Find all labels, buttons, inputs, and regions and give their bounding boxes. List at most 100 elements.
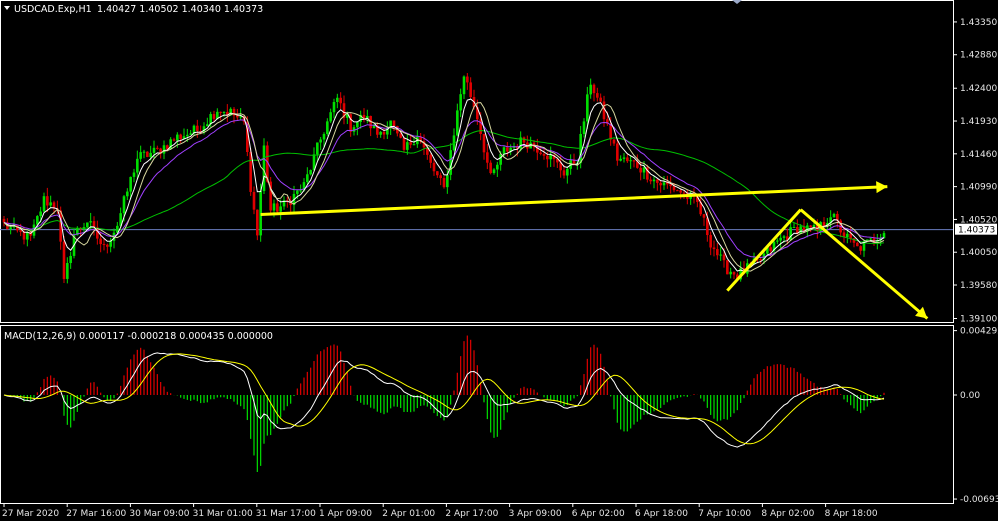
- candle-body: [139, 152, 142, 159]
- price-tick-label: 1.39580: [960, 281, 997, 291]
- candle-body: [629, 160, 632, 162]
- candle-body: [432, 162, 436, 172]
- candle-body: [442, 178, 446, 188]
- candle-body: [179, 134, 182, 140]
- candle-body: [482, 133, 486, 153]
- ohlc-values: 1.40427 1.40502 1.40340 1.40373: [97, 4, 263, 15]
- candle-body: [299, 190, 302, 192]
- candle-body: [729, 271, 732, 275]
- current-price-text: 1.40373: [958, 226, 995, 236]
- candle-body: [436, 171, 439, 176]
- candle-body: [856, 242, 859, 247]
- candle-body: [542, 153, 546, 156]
- price-tick-label: 1.40990: [960, 183, 997, 193]
- candle-body: [136, 158, 139, 173]
- chart-canvas: 1.43350 1.42880 1.42400 1.41930 1.41460 1.409…: [0, 0, 998, 521]
- candle-body: [499, 153, 502, 165]
- candle-body: [66, 263, 69, 279]
- candle-body: [462, 76, 466, 95]
- candle-body: [869, 238, 872, 240]
- candle-body: [326, 121, 329, 134]
- time-tick-label: 7 Apr 10:00: [698, 509, 751, 519]
- candle-body: [592, 84, 596, 94]
- candle-body: [92, 221, 96, 228]
- candle-body: [619, 158, 622, 161]
- candle-body: [539, 152, 542, 154]
- price-tick-label: 1.42400: [960, 84, 997, 94]
- candle-body: [662, 182, 666, 186]
- candle-body: [186, 134, 189, 137]
- candle-body: [322, 133, 326, 140]
- candle-body: [616, 143, 619, 161]
- candle-body: [712, 247, 716, 250]
- candle-body: [46, 196, 49, 206]
- time-tick-label: 3 Apr 09:00: [509, 509, 562, 519]
- candle-body: [206, 124, 209, 127]
- candle-body: [162, 145, 166, 154]
- candle-body: [356, 121, 359, 128]
- candle-body: [586, 94, 589, 122]
- candle-body: [722, 254, 726, 261]
- candle-body: [759, 259, 762, 261]
- candle-body: [256, 209, 259, 236]
- candle-body: [769, 247, 772, 252]
- candle-body: [782, 236, 786, 238]
- candle-body: [339, 97, 342, 104]
- candle-body: [222, 111, 226, 113]
- candle-body: [316, 142, 319, 155]
- candle-body: [702, 214, 706, 218]
- time-tick-label: 2 Apr 17:00: [445, 509, 498, 519]
- time-tick-label: 31 Mar 01:00: [193, 509, 253, 519]
- candle-body: [596, 93, 599, 98]
- candle-body: [382, 131, 386, 135]
- candle-body: [546, 155, 549, 160]
- candle-body: [496, 164, 499, 170]
- time-tick-label: 2 Apr 01:00: [382, 509, 435, 519]
- candle-body: [719, 254, 722, 256]
- candle-body: [459, 94, 462, 111]
- candle-body: [42, 196, 46, 212]
- candle-body: [406, 142, 409, 150]
- candle-body: [716, 249, 719, 256]
- candle-body: [456, 110, 459, 136]
- price-tick-label: 1.42880: [960, 51, 997, 61]
- candle-body: [336, 97, 339, 102]
- candle-body: [309, 170, 312, 175]
- candle-body: [469, 82, 472, 98]
- candle-body: [296, 190, 299, 194]
- candle-body: [99, 238, 102, 245]
- candle-body: [172, 139, 176, 141]
- candle-body: [439, 175, 442, 179]
- candle-body: [412, 144, 416, 146]
- candle-body: [486, 152, 489, 163]
- candle-body: [502, 147, 506, 154]
- candle-body: [26, 232, 29, 240]
- candle-body: [102, 244, 106, 246]
- candle-body: [306, 174, 309, 183]
- time-tick-label: 27 Mar 2020: [2, 509, 59, 519]
- candle-body: [39, 211, 42, 217]
- candle-body: [252, 191, 256, 210]
- candle-body: [156, 147, 159, 149]
- candle-body: [196, 125, 199, 131]
- candle-body: [142, 151, 146, 153]
- candle-body: [126, 191, 129, 197]
- candle-body: [149, 152, 152, 157]
- candle-body: [2, 218, 6, 223]
- chart-background: [0, 0, 998, 521]
- time-tick-label: 1 Apr 09:00: [319, 509, 372, 519]
- time-tick-label: 30 Mar 09:00: [129, 509, 189, 519]
- candle-body: [36, 216, 39, 225]
- macd-info: MACD(12,26,9) 0.000117 -0.000218 0.00043…: [4, 331, 273, 342]
- candle-body: [409, 142, 412, 145]
- candle-body: [732, 271, 736, 275]
- candle-body: [272, 203, 276, 211]
- candle-body: [582, 121, 586, 134]
- candle-body: [779, 237, 782, 241]
- candle-body: [679, 190, 682, 193]
- candle-body: [379, 131, 382, 135]
- price-tick-label: 1.43350: [960, 18, 997, 28]
- candle-body: [672, 186, 676, 191]
- candle-body: [506, 147, 509, 152]
- candle-body: [612, 139, 616, 144]
